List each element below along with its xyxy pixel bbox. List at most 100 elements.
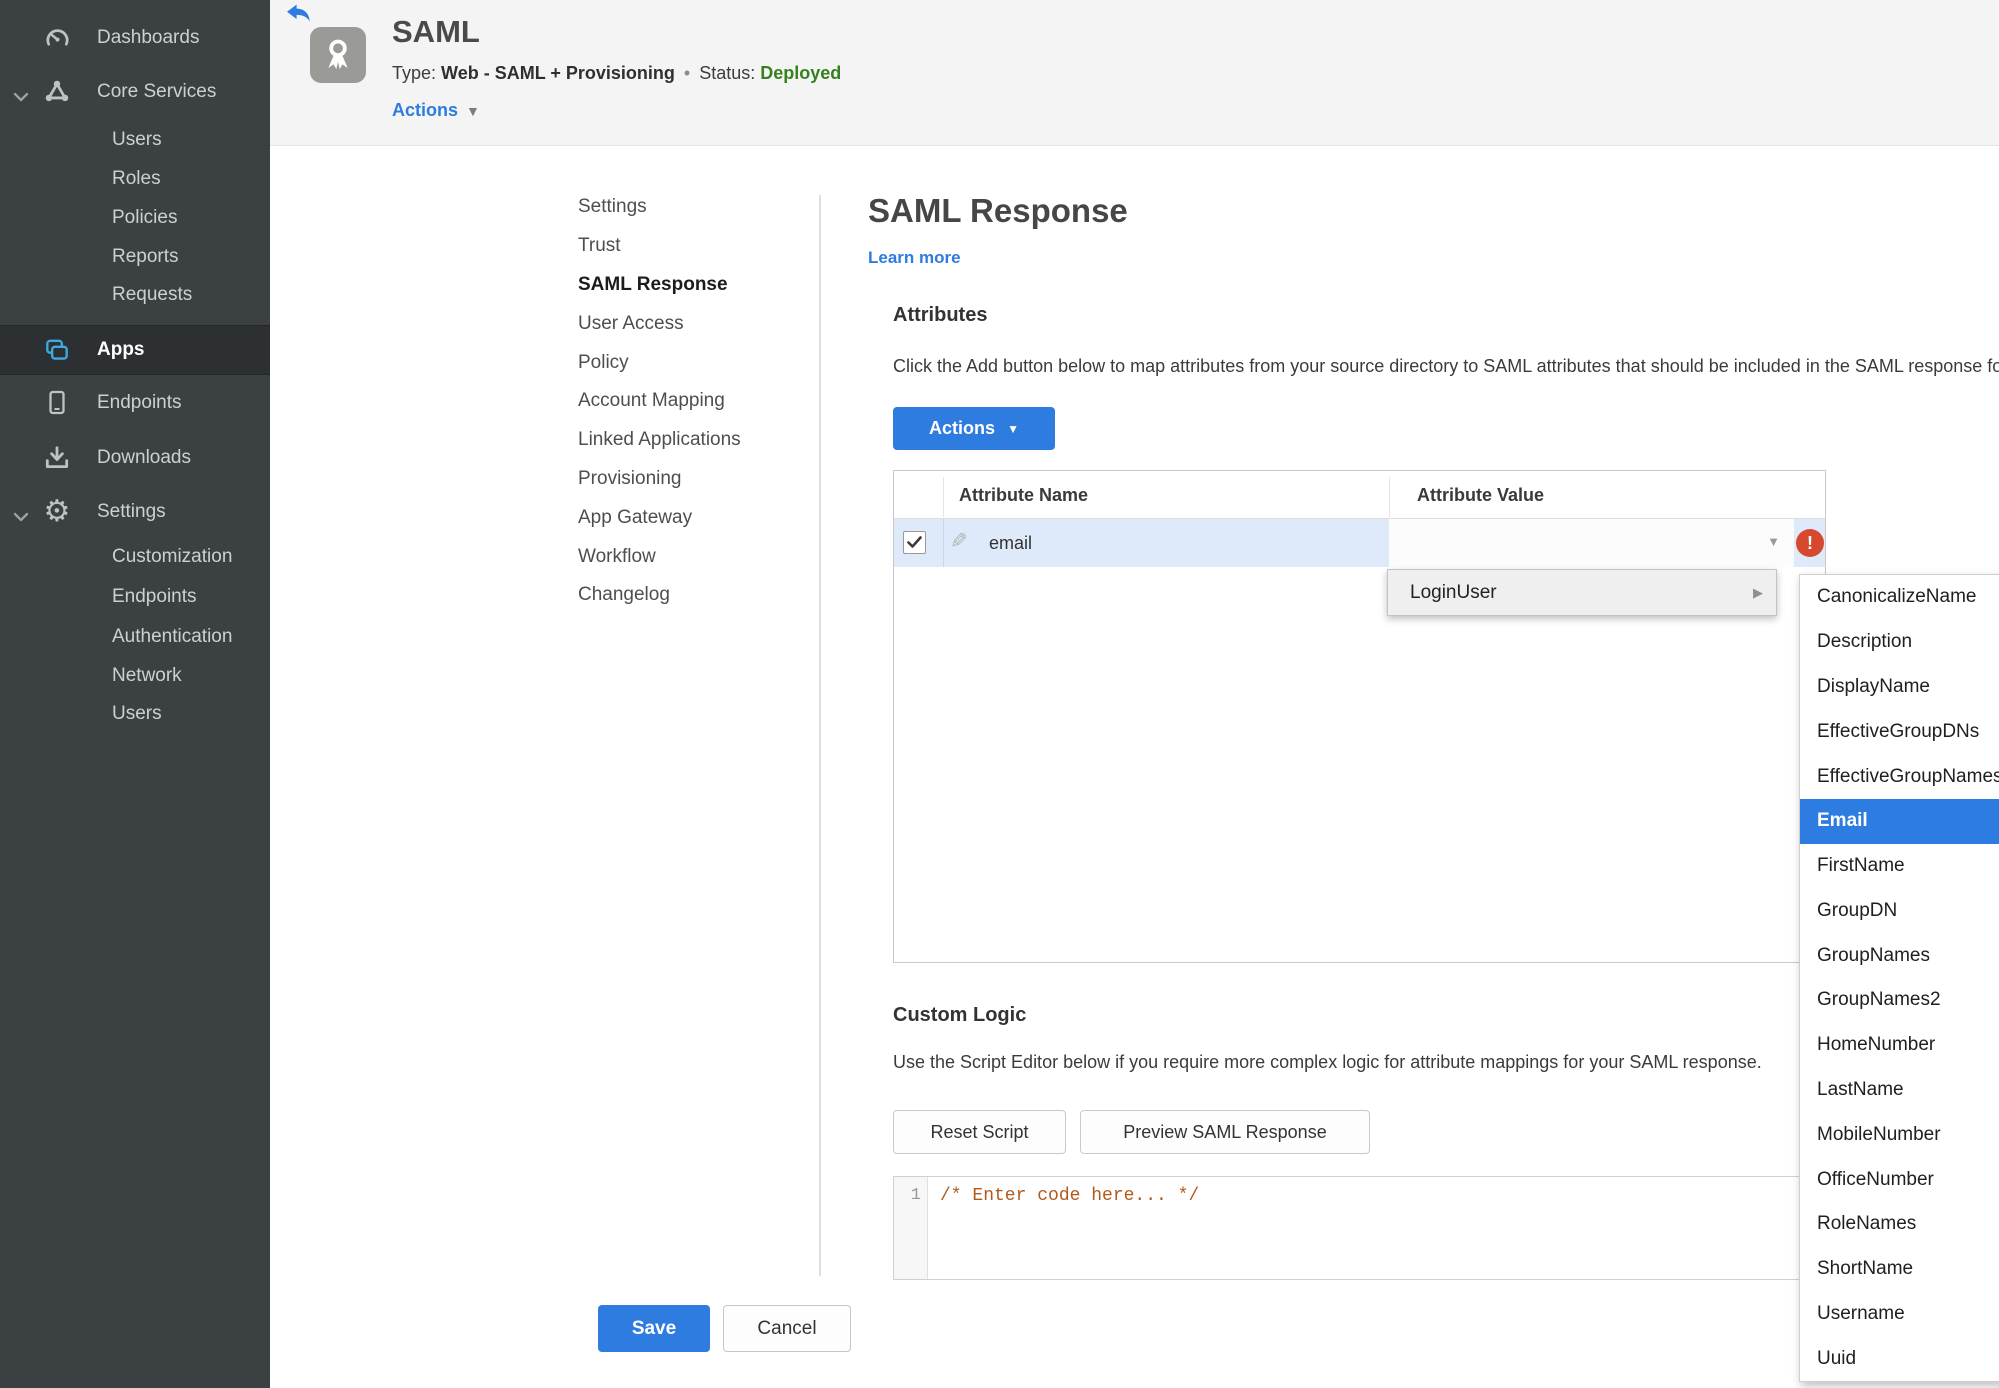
sidebar-item-settings-endpoints[interactable]: Endpoints — [0, 577, 270, 617]
submenu-arrow-icon: ▶ — [1753, 584, 1763, 600]
row-checkbox[interactable] — [903, 531, 926, 554]
attributes-table: Attribute Name Attribute Value ✎ email ▼… — [893, 470, 1826, 963]
custom-logic-heading: Custom Logic — [893, 1004, 1027, 1026]
separator-dot: • — [683, 63, 691, 83]
sidebar-item-users[interactable]: Users — [0, 120, 270, 160]
dropdown-menu-loginuser[interactable]: LoginUser ▶ — [1387, 569, 1777, 616]
attribute-name-cell: email — [989, 532, 1033, 553]
tab-app-gateway[interactable]: App Gateway — [578, 498, 808, 537]
submenu-item-homenumber[interactable]: HomeNumber — [1800, 1023, 1999, 1068]
sidebar-item-apps[interactable]: Apps — [0, 325, 270, 375]
sidebar-item-dashboards[interactable]: Dashboards — [0, 18, 270, 58]
attributes-description: Click the Add button below to map attrib… — [893, 356, 1999, 376]
header-divider — [1389, 477, 1390, 517]
sidebar: Dashboards Core Services Users Roles Pol… — [0, 0, 270, 1388]
header-divider — [943, 477, 944, 517]
sidebar-item-reports[interactable]: Reports — [0, 237, 270, 277]
submenu-item-lastname[interactable]: LastName — [1800, 1068, 1999, 1113]
chevron-down-icon — [13, 86, 31, 102]
sidebar-item-endpoints[interactable]: Endpoints — [0, 383, 270, 423]
submenu-item-rolenames[interactable]: RoleNames — [1800, 1202, 1999, 1247]
type-value: Web - SAML + Provisioning — [441, 63, 675, 83]
tab-changelog[interactable]: Changelog — [578, 576, 808, 615]
tab-account-mapping[interactable]: Account Mapping — [578, 382, 808, 421]
sidebar-item-label: Core Services — [97, 81, 217, 102]
preview-saml-response-button[interactable]: Preview SAML Response — [1080, 1110, 1370, 1154]
custom-logic-description: Use the Script Editor below if you requi… — [893, 1052, 1762, 1072]
sidebar-item-label: Downloads — [97, 447, 191, 468]
saml-app-icon — [310, 27, 366, 83]
submenu-item-uuid[interactable]: Uuid — [1800, 1336, 1999, 1381]
table-row[interactable]: ✎ email ▼ ! — [894, 519, 1825, 567]
caret-down-icon: ▼ — [1007, 421, 1019, 436]
submenu-item-shortname[interactable]: ShortName — [1800, 1247, 1999, 1292]
menu-item-label: LoginUser — [1410, 581, 1497, 603]
submenu-item-canonicalizename[interactable]: CanonicalizeName — [1800, 575, 1999, 620]
tab-linked-applications[interactable]: Linked Applications — [578, 421, 808, 460]
tab-user-access[interactable]: User Access — [578, 304, 808, 343]
type-label: Type: — [392, 63, 437, 83]
tab-settings[interactable]: Settings — [578, 188, 808, 227]
sidebar-item-settings-users[interactable]: Users — [0, 694, 270, 734]
cancel-button[interactable]: Cancel — [723, 1305, 851, 1352]
back-arrow-icon[interactable] — [287, 4, 313, 24]
vertical-divider — [819, 195, 821, 1276]
learn-more-link[interactable]: Learn more — [868, 248, 961, 268]
sidebar-item-core-services[interactable]: Core Services — [0, 72, 270, 112]
error-icon: ! — [1796, 529, 1824, 557]
submenu-item-groupdn[interactable]: GroupDN — [1800, 888, 1999, 933]
sidebar-item-requests[interactable]: Requests — [0, 275, 270, 315]
header-actions-menu[interactable]: Actions ▼ — [392, 100, 480, 121]
tab-workflow[interactable]: Workflow — [578, 537, 808, 576]
sidebar-item-label: Apps — [97, 339, 145, 360]
sidebar-item-label: Endpoints — [97, 392, 182, 413]
editor-gutter: 1 — [894, 1177, 928, 1279]
attribute-submenu: CanonicalizeName Description DisplayName… — [1799, 574, 1999, 1382]
status-label: Status: — [699, 63, 756, 83]
column-header-attribute-value: Attribute Value — [1417, 484, 1545, 505]
attribute-value-dropdown[interactable]: ▼ — [1389, 519, 1794, 567]
caret-down-icon: ▼ — [466, 103, 480, 119]
sidebar-item-authentication[interactable]: Authentication — [0, 617, 270, 657]
attributes-heading: Attributes — [893, 304, 988, 326]
submenu-item-groupnames2[interactable]: GroupNames2 — [1800, 978, 1999, 1023]
editor-code[interactable]: /* Enter code here... */ — [940, 1186, 1199, 1206]
table-header: Attribute Name Attribute Value — [894, 471, 1825, 519]
sidebar-item-settings[interactable]: ⚙ Settings — [0, 492, 270, 532]
app-subnav: Settings Trust SAML Response User Access… — [578, 188, 808, 615]
tablet-icon — [42, 388, 72, 418]
submenu-item-username[interactable]: Username — [1800, 1292, 1999, 1337]
edit-pencil-icon[interactable]: ✎ — [950, 529, 968, 554]
submenu-item-description[interactable]: Description — [1800, 620, 1999, 665]
submenu-item-officenumber[interactable]: OfficeNumber — [1800, 1157, 1999, 1202]
sidebar-item-customization[interactable]: Customization — [0, 537, 270, 577]
app-root: Dashboards Core Services Users Roles Pol… — [0, 0, 1999, 1388]
tab-saml-response[interactable]: SAML Response — [578, 266, 808, 305]
tab-policy[interactable]: Policy — [578, 343, 808, 382]
tab-provisioning[interactable]: Provisioning — [578, 460, 808, 499]
sidebar-item-downloads[interactable]: Downloads — [0, 438, 270, 478]
submenu-item-firstname[interactable]: FirstName — [1800, 844, 1999, 889]
sidebar-item-roles[interactable]: Roles — [0, 159, 270, 199]
column-header-attribute-name: Attribute Name — [959, 484, 1089, 505]
cell-divider — [943, 519, 944, 567]
attributes-actions-button[interactable]: Actions ▼ — [893, 407, 1055, 450]
submenu-item-effectivegroupdns[interactable]: EffectiveGroupDNs — [1800, 709, 1999, 754]
submenu-item-effectivegroupnames[interactable]: EffectiveGroupNames — [1800, 754, 1999, 799]
sidebar-item-policies[interactable]: Policies — [0, 198, 270, 238]
core-services-icon — [42, 77, 72, 107]
submenu-item-mobilenumber[interactable]: MobileNumber — [1800, 1112, 1999, 1157]
status-badge: Deployed — [760, 63, 842, 83]
sidebar-item-network[interactable]: Network — [0, 656, 270, 696]
app-meta: Type: Web - SAML + Provisioning • Status: … — [392, 63, 841, 84]
submenu-item-groupnames[interactable]: GroupNames — [1800, 933, 1999, 978]
gauge-icon — [42, 23, 72, 53]
reset-script-button[interactable]: Reset Script — [893, 1110, 1066, 1154]
chevron-down-icon — [13, 506, 31, 522]
save-button[interactable]: Save — [598, 1305, 710, 1352]
submenu-item-displayname[interactable]: DisplayName — [1800, 665, 1999, 710]
tab-trust[interactable]: Trust — [578, 227, 808, 266]
app-header: SAML Type: Web - SAML + Provisioning • Sta… — [270, 0, 1999, 146]
submenu-item-email[interactable]: Email — [1800, 798, 1999, 844]
section-title: SAML Response — [868, 192, 1128, 229]
